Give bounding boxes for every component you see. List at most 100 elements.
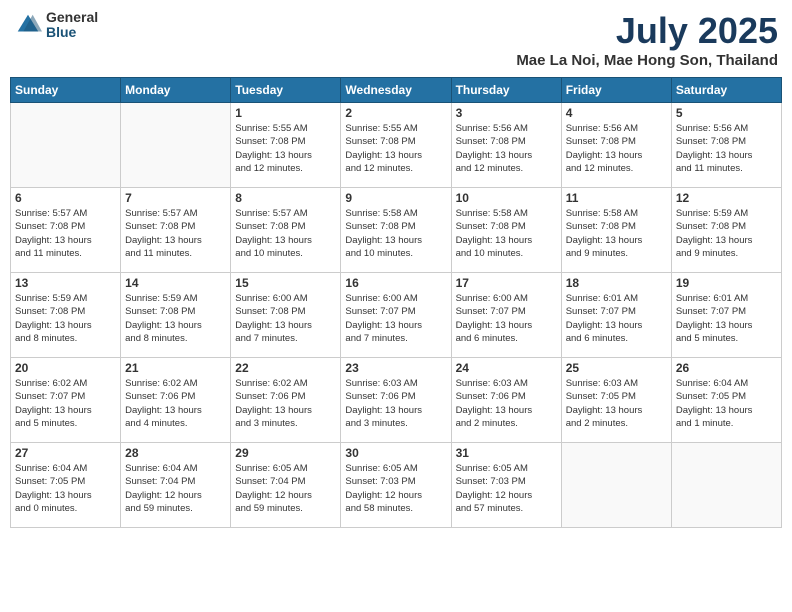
day-detail: Sunrise: 6:03 AM Sunset: 7:06 PM Dayligh… [345, 377, 446, 430]
weekday-tuesday: Tuesday [231, 78, 341, 103]
day-detail: Sunrise: 6:04 AM Sunset: 7:05 PM Dayligh… [15, 462, 116, 515]
day-detail: Sunrise: 5:56 AM Sunset: 7:08 PM Dayligh… [676, 122, 777, 175]
day-detail: Sunrise: 5:57 AM Sunset: 7:08 PM Dayligh… [15, 207, 116, 260]
day-detail: Sunrise: 6:04 AM Sunset: 7:05 PM Dayligh… [676, 377, 777, 430]
weekday-sunday: Sunday [11, 78, 121, 103]
day-cell: 30Sunrise: 6:05 AM Sunset: 7:03 PM Dayli… [341, 443, 451, 528]
day-detail: Sunrise: 6:00 AM Sunset: 7:07 PM Dayligh… [456, 292, 557, 345]
day-cell: 11Sunrise: 5:58 AM Sunset: 7:08 PM Dayli… [561, 188, 671, 273]
day-cell: 3 Sunrise: 5:56 AM Sunset: 7:08 PM Daylig… [451, 103, 561, 188]
day-number: 23 [345, 361, 446, 375]
day-detail: Sunrise: 5:59 AM Sunset: 7:08 PM Dayligh… [125, 292, 226, 345]
day-detail: Sunrise: 6:03 AM Sunset: 7:05 PM Dayligh… [566, 377, 667, 430]
day-number: 17 [456, 276, 557, 290]
day-detail: Sunrise: 5:59 AM Sunset: 7:08 PM Dayligh… [676, 207, 777, 260]
day-detail: Sunrise: 5:55 AM Sunset: 7:08 PM Dayligh… [235, 122, 336, 175]
day-number: 6 [15, 191, 116, 205]
day-cell: 4Sunrise: 5:56 AM Sunset: 7:08 PM Daylig… [561, 103, 671, 188]
day-detail: Sunrise: 5:59 AM Sunset: 7:08 PM Dayligh… [15, 292, 116, 345]
day-number: 16 [345, 276, 446, 290]
week-row-4: 20 Sunrise: 6:02 AM Sunset: 7:07 PM Dayli… [11, 358, 782, 443]
day-cell: 28 Sunrise: 6:04 AM Sunset: 7:04 PM Dayli… [121, 443, 231, 528]
day-detail: Sunrise: 6:04 AM Sunset: 7:04 PM Dayligh… [125, 462, 226, 515]
day-cell: 17 Sunrise: 6:00 AM Sunset: 7:07 PM Dayli… [451, 273, 561, 358]
day-number: 15 [235, 276, 336, 290]
day-detail: Sunrise: 6:00 AM Sunset: 7:08 PM Dayligh… [235, 292, 336, 345]
week-row-2: 6 Sunrise: 5:57 AM Sunset: 7:08 PM Daylig… [11, 188, 782, 273]
week-row-5: 27Sunrise: 6:04 AM Sunset: 7:05 PM Dayli… [11, 443, 782, 528]
day-number: 20 [15, 361, 116, 375]
day-detail: Sunrise: 6:05 AM Sunset: 7:03 PM Dayligh… [456, 462, 557, 515]
day-cell: 14 Sunrise: 5:59 AM Sunset: 7:08 PM Dayli… [121, 273, 231, 358]
day-cell: 26 Sunrise: 6:04 AM Sunset: 7:05 PM Dayli… [671, 358, 781, 443]
day-cell: 9Sunrise: 5:58 AM Sunset: 7:08 PM Daylig… [341, 188, 451, 273]
week-row-3: 13 Sunrise: 5:59 AM Sunset: 7:08 PM Dayli… [11, 273, 782, 358]
logo-blue: Blue [46, 25, 98, 40]
month-title: July 2025 [516, 10, 778, 52]
logo-general: General [46, 10, 98, 25]
weekday-friday: Friday [561, 78, 671, 103]
day-cell: 6 Sunrise: 5:57 AM Sunset: 7:08 PM Daylig… [11, 188, 121, 273]
day-number: 26 [676, 361, 777, 375]
day-cell [671, 443, 781, 528]
day-cell: 16 Sunrise: 6:00 AM Sunset: 7:07 PM Dayli… [341, 273, 451, 358]
day-cell: 5 Sunrise: 5:56 AM Sunset: 7:08 PM Daylig… [671, 103, 781, 188]
day-number: 3 [456, 106, 557, 120]
day-number: 4 [566, 106, 667, 120]
day-detail: Sunrise: 6:00 AM Sunset: 7:07 PM Dayligh… [345, 292, 446, 345]
logo-text: General Blue [46, 10, 98, 41]
logo: General Blue [14, 10, 98, 41]
day-cell: 31 Sunrise: 6:05 AM Sunset: 7:03 PM Dayli… [451, 443, 561, 528]
day-number: 8 [235, 191, 336, 205]
day-cell: 29Sunrise: 6:05 AM Sunset: 7:04 PM Dayli… [231, 443, 341, 528]
day-cell: 27Sunrise: 6:04 AM Sunset: 7:05 PM Dayli… [11, 443, 121, 528]
day-cell [121, 103, 231, 188]
day-cell: 1 Sunrise: 5:55 AM Sunset: 7:08 PM Daylig… [231, 103, 341, 188]
day-number: 29 [235, 446, 336, 460]
day-number: 25 [566, 361, 667, 375]
day-number: 5 [676, 106, 777, 120]
weekday-monday: Monday [121, 78, 231, 103]
day-detail: Sunrise: 5:57 AM Sunset: 7:08 PM Dayligh… [125, 207, 226, 260]
day-cell: 25 Sunrise: 6:03 AM Sunset: 7:05 PM Dayli… [561, 358, 671, 443]
day-cell: 19Sunrise: 6:01 AM Sunset: 7:07 PM Dayli… [671, 273, 781, 358]
day-number: 22 [235, 361, 336, 375]
day-detail: Sunrise: 5:55 AM Sunset: 7:08 PM Dayligh… [345, 122, 446, 175]
day-number: 18 [566, 276, 667, 290]
calendar: SundayMondayTuesdayWednesdayThursdayFrid… [10, 77, 782, 528]
page-header: General Blue July 2025 Mae La Noi, Mae H… [10, 10, 782, 69]
day-cell: 7 Sunrise: 5:57 AM Sunset: 7:08 PM Daylig… [121, 188, 231, 273]
day-detail: Sunrise: 5:58 AM Sunset: 7:08 PM Dayligh… [456, 207, 557, 260]
weekday-saturday: Saturday [671, 78, 781, 103]
day-cell: 21 Sunrise: 6:02 AM Sunset: 7:06 PM Dayli… [121, 358, 231, 443]
day-number: 12 [676, 191, 777, 205]
day-number: 14 [125, 276, 226, 290]
day-number: 31 [456, 446, 557, 460]
logo-icon [14, 11, 42, 39]
day-number: 7 [125, 191, 226, 205]
day-detail: Sunrise: 5:56 AM Sunset: 7:08 PM Dayligh… [456, 122, 557, 175]
day-detail: Sunrise: 6:01 AM Sunset: 7:07 PM Dayligh… [566, 292, 667, 345]
weekday-thursday: Thursday [451, 78, 561, 103]
day-number: 21 [125, 361, 226, 375]
day-detail: Sunrise: 6:03 AM Sunset: 7:06 PM Dayligh… [456, 377, 557, 430]
day-number: 1 [235, 106, 336, 120]
day-number: 10 [456, 191, 557, 205]
weekday-wednesday: Wednesday [341, 78, 451, 103]
day-cell: 23 Sunrise: 6:03 AM Sunset: 7:06 PM Dayli… [341, 358, 451, 443]
day-detail: Sunrise: 6:02 AM Sunset: 7:06 PM Dayligh… [235, 377, 336, 430]
day-detail: Sunrise: 6:02 AM Sunset: 7:06 PM Dayligh… [125, 377, 226, 430]
day-cell [11, 103, 121, 188]
day-number: 13 [15, 276, 116, 290]
day-number: 2 [345, 106, 446, 120]
day-cell: 22 Sunrise: 6:02 AM Sunset: 7:06 PM Dayli… [231, 358, 341, 443]
day-number: 28 [125, 446, 226, 460]
day-cell: 10 Sunrise: 5:58 AM Sunset: 7:08 PM Dayli… [451, 188, 561, 273]
title-block: July 2025 Mae La Noi, Mae Hong Son, Thai… [516, 10, 778, 69]
day-number: 19 [676, 276, 777, 290]
day-cell: 12 Sunrise: 5:59 AM Sunset: 7:08 PM Dayli… [671, 188, 781, 273]
day-detail: Sunrise: 6:02 AM Sunset: 7:07 PM Dayligh… [15, 377, 116, 430]
day-cell: 8Sunrise: 5:57 AM Sunset: 7:08 PM Daylig… [231, 188, 341, 273]
day-cell: 18 Sunrise: 6:01 AM Sunset: 7:07 PM Dayli… [561, 273, 671, 358]
day-detail: Sunrise: 5:58 AM Sunset: 7:08 PM Dayligh… [345, 207, 446, 260]
